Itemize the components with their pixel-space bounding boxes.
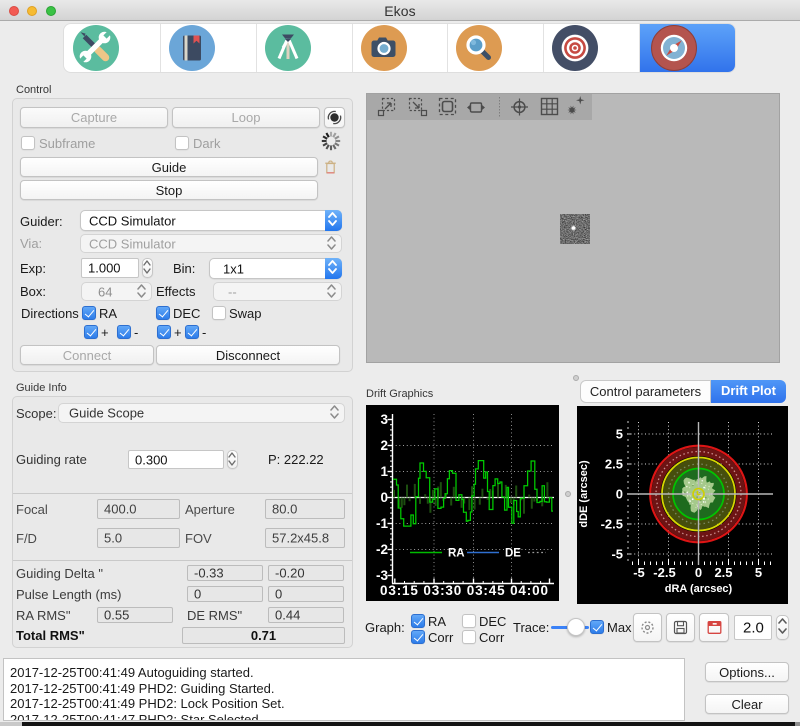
svg-text:dDE (arcsec): dDE (arcsec) <box>578 460 590 528</box>
svg-text:2: 2 <box>380 438 388 453</box>
svg-text:-5: -5 <box>633 565 645 580</box>
svg-text:5: 5 <box>616 427 623 442</box>
svg-text:-3: -3 <box>376 568 388 583</box>
svg-text:2.5: 2.5 <box>714 565 732 580</box>
svg-text:-2.5: -2.5 <box>601 517 623 532</box>
svg-text:5: 5 <box>755 565 762 580</box>
svg-text:0: 0 <box>616 487 623 502</box>
svg-text:RA: RA <box>448 548 465 560</box>
svg-text:2.5: 2.5 <box>605 457 623 472</box>
svg-text:03:15 03:30 03:45 04:00: 03:15 03:30 03:45 04:00 <box>380 583 548 598</box>
svg-text:0: 0 <box>380 490 388 505</box>
svg-text:1: 1 <box>380 464 388 479</box>
svg-text:-5: -5 <box>611 547 623 562</box>
svg-text:DE: DE <box>505 548 521 560</box>
svg-text:-1: -1 <box>376 516 388 531</box>
svg-text:dRA (arcsec): dRA (arcsec) <box>665 583 733 595</box>
svg-text:-2.5: -2.5 <box>653 565 675 580</box>
svg-text:3: 3 <box>380 412 388 427</box>
svg-text:-2: -2 <box>376 542 388 557</box>
svg-text:0: 0 <box>695 565 702 580</box>
